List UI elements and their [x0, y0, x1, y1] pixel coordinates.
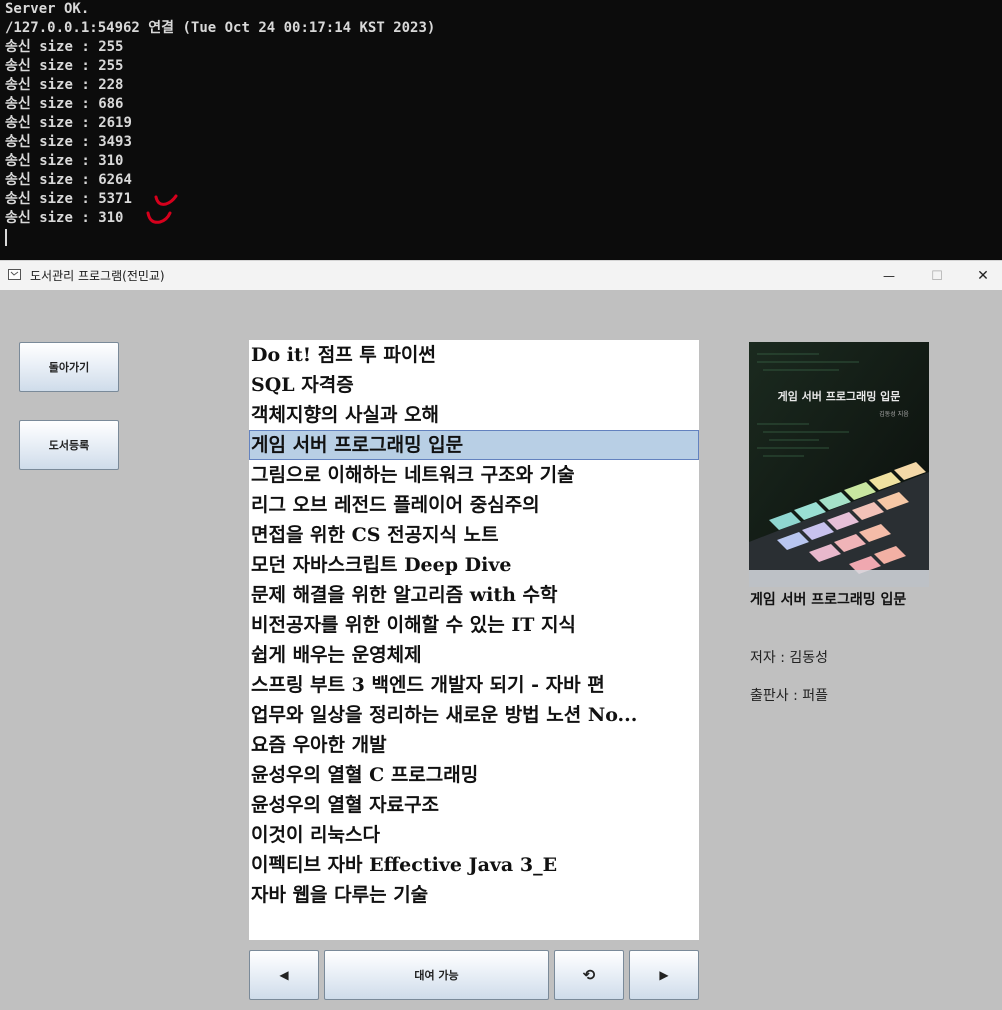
- close-button[interactable]: ✕: [960, 261, 1002, 291]
- book-list-item[interactable]: 쉽게 배우는 운영체제: [249, 640, 699, 670]
- window-content: 돌아가기 도서등록 Do it! 점프 투 파이썬 SQL 자격증 객체지향의 …: [0, 290, 1002, 1010]
- refresh-icon: ⟲: [582, 966, 596, 984]
- minimize-button[interactable]: —: [866, 261, 912, 291]
- register-book-button[interactable]: 도서등록: [19, 420, 119, 470]
- rental-status-button[interactable]: 대여 가능: [324, 950, 549, 1000]
- book-list-item[interactable]: Do it! 점프 투 파이썬: [249, 340, 699, 370]
- book-list-item[interactable]: 업무와 일상을 정리하는 새로운 방법 노션 No...: [249, 700, 699, 730]
- book-list-item[interactable]: 리그 오브 레전드 플레이어 중심주의: [249, 490, 699, 520]
- book-list-item[interactable]: SQL 자격증: [249, 370, 699, 400]
- close-icon: ✕: [977, 268, 989, 284]
- back-button[interactable]: 돌아가기: [19, 342, 119, 392]
- detail-book-title: 게임 서버 프로그래밍 입문: [750, 592, 907, 608]
- java-app-icon: [8, 269, 21, 280]
- console-window: Server OK. /127.0.0.1:54962 연결 (Tue Oct …: [0, 0, 1002, 260]
- prev-arrow-icon: ◀: [279, 968, 289, 982]
- maximize-button[interactable]: ☐: [914, 261, 960, 291]
- prev-page-button[interactable]: ◀: [249, 950, 319, 1000]
- book-list-item[interactable]: 객체지향의 사실과 오해: [249, 400, 699, 430]
- book-list[interactable]: Do it! 점프 투 파이썬 SQL 자격증 객체지향의 사실과 오해 게임 …: [249, 340, 699, 940]
- book-list-item[interactable]: 모던 자바스크립트 Deep Dive: [249, 550, 699, 580]
- maximize-icon: ☐: [931, 268, 943, 284]
- detail-publisher: 출판사 : 퍼플: [750, 688, 829, 704]
- book-list-item[interactable]: 요즘 우아한 개발: [249, 730, 699, 760]
- refresh-button[interactable]: ⟲: [554, 950, 624, 1000]
- book-list-item[interactable]: 자바 웹을 다루는 기술: [249, 880, 699, 910]
- detail-author: 저자 : 김동성: [750, 650, 829, 666]
- cover-author-text: 김동성 지음: [879, 410, 909, 418]
- window-title: 도서관리 프로그램(전민교): [30, 269, 165, 283]
- minimize-icon: —: [883, 269, 895, 283]
- book-list-item[interactable]: 윤성우의 열혈 자료구조: [249, 790, 699, 820]
- book-cover-image: 게임 서버 프로그래밍 입문 김동성 지음: [749, 342, 929, 587]
- book-list-item[interactable]: 게임 서버 프로그래밍 입문: [249, 430, 699, 460]
- next-arrow-icon: ▶: [659, 968, 669, 982]
- book-list-item[interactable]: 그림으로 이해하는 네트워크 구조와 기술: [249, 460, 699, 490]
- book-list-item[interactable]: 비전공자를 위한 이해할 수 있는 IT 지식: [249, 610, 699, 640]
- book-list-item[interactable]: 이것이 리눅스다: [249, 820, 699, 850]
- book-list-item[interactable]: 윤성우의 열혈 C 프로그래밍: [249, 760, 699, 790]
- book-list-item[interactable]: 이펙티브 자바 Effective Java 3_E: [249, 850, 699, 880]
- book-list-item[interactable]: 문제 해결을 위한 알고리즘 with 수학: [249, 580, 699, 610]
- cover-title-text: 게임 서버 프로그래밍 입문: [778, 389, 901, 403]
- book-list-item[interactable]: 면접을 위한 CS 전공지식 노트: [249, 520, 699, 550]
- window-titlebar: 도서관리 프로그램(전민교) — ☐ ✕: [0, 260, 1002, 291]
- book-list-item[interactable]: 스프링 부트 3 백엔드 개발자 되기 - 자바 편: [249, 670, 699, 700]
- red-annotation-marks: [146, 194, 178, 224]
- next-page-button[interactable]: ▶: [629, 950, 699, 1000]
